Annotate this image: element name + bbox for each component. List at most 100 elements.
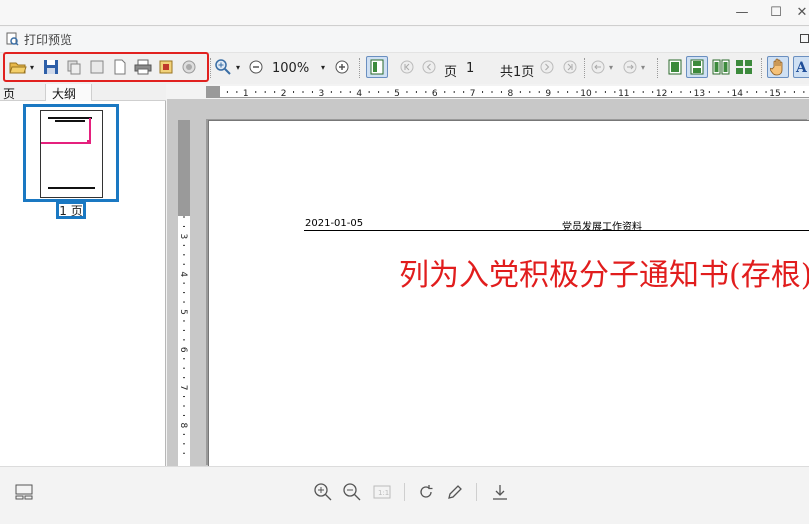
inner-maximize-button[interactable] [800, 34, 809, 43]
text-select-icon: A [795, 60, 808, 75]
ruler-tick [718, 91, 720, 93]
continuous-view-button[interactable] [686, 56, 708, 78]
ruler-label: 4 [178, 271, 188, 277]
bottom-separator [476, 483, 477, 501]
ruler-label: 11 [618, 89, 629, 98]
copy-icon [67, 60, 81, 75]
ruler-tick [406, 91, 408, 93]
forward-dropdown-arrow-icon[interactable]: ▾ [641, 63, 645, 72]
ruler-label: 12 [656, 89, 667, 98]
zoom-in-button[interactable] [214, 58, 232, 76]
first-page-button[interactable] [398, 58, 416, 76]
print-button[interactable] [134, 58, 152, 76]
document-button[interactable] [111, 58, 129, 76]
zoom-out-button[interactable] [247, 58, 265, 76]
save-button[interactable] [42, 58, 60, 76]
document-main-title: 列为入党积极分子通知书(存根) [399, 258, 809, 293]
last-page-icon [563, 60, 577, 74]
open-button[interactable] [9, 58, 27, 76]
ruler-tick [183, 254, 185, 256]
tab-pages[interactable]: 页 [3, 85, 15, 102]
forward-button[interactable] [621, 58, 639, 76]
toolbar-separator [584, 58, 585, 78]
zoom-in-icon [215, 59, 231, 75]
ruler-tick [557, 91, 559, 93]
annotate-button[interactable] [444, 481, 466, 503]
ruler-label: 3 [319, 89, 325, 98]
two-page-view-button[interactable] [712, 58, 730, 76]
ruler-tick [491, 91, 493, 93]
ruler-label: 6 [432, 89, 438, 98]
rotate-button[interactable] [415, 481, 437, 503]
thumbnail-toggle-button[interactable] [366, 56, 388, 78]
ruler-tick [183, 339, 185, 341]
back-button[interactable] [589, 58, 607, 76]
preview-titlebar [0, 27, 809, 52]
ruler-tick [183, 225, 185, 227]
page-icon [90, 60, 104, 74]
bottom-zoom-out-button[interactable] [341, 481, 363, 503]
hand-icon [770, 58, 783, 76]
multi-page-view-button[interactable] [735, 58, 753, 76]
svg-text:1:1: 1:1 [378, 489, 389, 497]
actual-size-button[interactable]: 1:1 [371, 481, 393, 503]
zoom-value[interactable]: 100% [272, 61, 309, 76]
ruler-label: 14 [731, 89, 743, 98]
stop-button[interactable] [180, 58, 198, 76]
toolbar-separator [359, 58, 360, 78]
previous-page-button[interactable] [420, 58, 438, 76]
ruler-tick [183, 452, 185, 454]
zoom-select-arrow-icon[interactable]: ▾ [321, 63, 325, 72]
next-page-icon [540, 60, 554, 74]
thumbnail-label: 1 页 [56, 201, 86, 219]
ruler-label: 7 [178, 385, 188, 391]
ruler-tick [746, 91, 748, 93]
ruler-tick [604, 91, 606, 93]
back-dropdown-arrow-icon[interactable]: ▾ [609, 63, 613, 72]
tab-outline[interactable]: 大纲 [52, 85, 76, 102]
ruler-label: 15 [769, 89, 780, 98]
download-button[interactable] [489, 481, 511, 503]
ruler-tick [576, 91, 578, 93]
ruler-tick [183, 377, 185, 379]
ruler-tick [595, 91, 597, 93]
hand-tool-button[interactable] [767, 56, 789, 78]
back-icon [591, 60, 605, 74]
page-number-input[interactable]: 1 [466, 61, 474, 76]
minimize-button[interactable]: — [727, 2, 757, 22]
export-button[interactable] [157, 58, 175, 76]
single-page-view-button[interactable] [666, 58, 684, 76]
ruler-tick [274, 91, 276, 93]
ruler-tick [519, 91, 521, 93]
save-icon [44, 60, 58, 74]
horizontal-ruler-margin [206, 86, 220, 98]
plus-circle-icon [335, 60, 349, 74]
ruler-label: 9 [545, 89, 551, 98]
open-dropdown-arrow-icon[interactable]: ▾ [30, 63, 34, 72]
layout-button[interactable] [13, 481, 35, 503]
ruler-tick [784, 91, 786, 93]
page-setup-button[interactable] [88, 58, 106, 76]
ruler-tick [425, 91, 427, 93]
ruler-tick [652, 91, 654, 93]
next-page-button[interactable] [538, 58, 556, 76]
page-thumbnail[interactable] [40, 110, 103, 198]
ruler-tick [183, 443, 185, 445]
ruler-tick [444, 91, 446, 93]
ruler-label: 8 [178, 423, 188, 429]
last-page-button[interactable] [561, 58, 579, 76]
ruler-tick [236, 91, 238, 93]
grid-pages-icon [736, 60, 752, 74]
first-page-icon [400, 60, 414, 74]
bottom-zoom-in-button[interactable] [312, 481, 334, 503]
copy-button[interactable] [65, 58, 83, 76]
text-select-button[interactable]: A [793, 56, 809, 78]
zoom-plus-button[interactable] [333, 58, 351, 76]
close-button[interactable]: ✕ [787, 2, 809, 22]
zoom-dropdown-arrow-icon[interactable]: ▾ [236, 63, 240, 72]
ruler-tick [671, 91, 673, 93]
ruler-tick [183, 358, 185, 360]
ruler-label: 3 [178, 234, 188, 240]
ruler-tick [183, 329, 185, 331]
page-header-date: 2021-01-05 [305, 218, 364, 229]
